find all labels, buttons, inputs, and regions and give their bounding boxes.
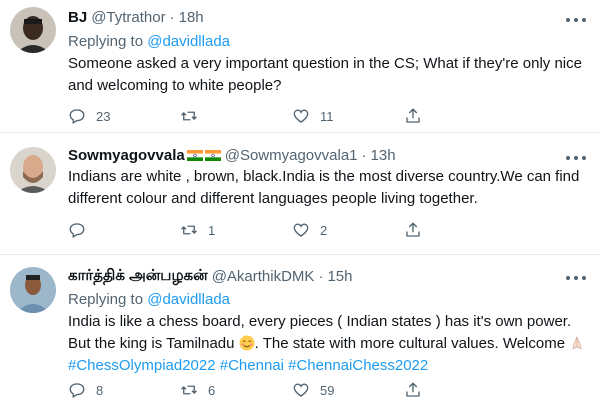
share-button[interactable] <box>404 107 422 125</box>
like-button[interactable]: 11 <box>292 107 334 125</box>
reply-icon <box>68 221 86 239</box>
like-count: 2 <box>320 222 328 238</box>
separator: · <box>361 147 367 164</box>
reply-button[interactable] <box>68 221 96 239</box>
heart-icon <box>292 221 310 239</box>
reply-button[interactable]: 23 <box>68 107 110 125</box>
display-name[interactable]: Sowmyagovvala <box>68 147 185 164</box>
share-icon <box>404 107 422 125</box>
replying-to: Replying to @davidllada <box>68 291 230 308</box>
retweet-count: 1 <box>208 222 216 238</box>
hashtags[interactable]: #ChessOlympiad2022 #Chennai #ChennaiChes… <box>68 357 428 374</box>
timestamp[interactable]: 18h <box>179 9 204 26</box>
share-icon <box>404 381 422 399</box>
retweet-count: 6 <box>208 382 216 398</box>
tweet-text: India is like a chess board, every piece… <box>68 311 588 377</box>
like-count: 59 <box>320 382 335 398</box>
retweet-icon <box>180 107 198 125</box>
tweet-header: Sowmyagovvala @Sowmyagovvala1 · 13h <box>68 147 560 164</box>
avatar[interactable] <box>10 147 56 193</box>
folded-hands-emoji-icon <box>569 335 585 351</box>
username[interactable]: @AkarthikDMK <box>212 268 315 285</box>
like-button[interactable]: 2 <box>292 221 327 239</box>
separator: · <box>169 9 175 26</box>
retweet-button[interactable]: 1 <box>180 221 215 239</box>
more-icon[interactable] <box>566 270 586 286</box>
username[interactable]: @Tytrathor <box>91 9 165 26</box>
reply-icon <box>68 381 86 399</box>
tweet-header: கார்த்திக் அன்பழகன் @AkarthikDMK · 15h <box>68 267 560 286</box>
username[interactable]: @Sowmyagovvala1 <box>225 147 358 164</box>
tweet[interactable]: கார்த்திக் அன்பழகன் @AkarthikDMK · 15h R… <box>0 255 600 403</box>
reply-button[interactable]: 8 <box>68 381 103 399</box>
like-button[interactable]: 59 <box>292 381 334 399</box>
heart-icon <box>292 107 310 125</box>
avatar[interactable] <box>10 267 56 313</box>
india-flag-icon <box>186 150 203 161</box>
timestamp[interactable]: 13h <box>371 147 396 164</box>
replying-to-link[interactable]: @davidllada <box>147 33 230 50</box>
separator: · <box>318 268 324 285</box>
tweet[interactable]: BJ @Tytrathor · 18h Replying to @davidll… <box>0 0 600 133</box>
avatar[interactable] <box>10 7 56 53</box>
share-button[interactable] <box>404 381 422 399</box>
heart-icon <box>292 381 310 399</box>
smiling-face-emoji-icon <box>239 335 255 351</box>
like-count: 11 <box>320 108 334 124</box>
india-flag-icon <box>204 150 221 161</box>
replying-to-label: Replying to <box>68 291 148 308</box>
more-icon[interactable] <box>566 12 586 28</box>
reply-icon <box>68 107 86 125</box>
replying-to-label: Replying to <box>68 33 148 50</box>
timestamp[interactable]: 15h <box>327 268 352 285</box>
retweet-button[interactable] <box>180 107 208 125</box>
tweet-text: Indians are white , brown, black.India i… <box>68 168 580 207</box>
more-icon[interactable] <box>566 150 586 166</box>
tweet-text: Someone asked a very important question … <box>68 55 582 94</box>
replying-to-link[interactable]: @davidllada <box>147 291 230 308</box>
tweet-text-part: . The state with more cultural values. W… <box>254 335 570 352</box>
reply-count: 23 <box>96 108 111 124</box>
reply-count: 8 <box>96 382 104 398</box>
tweet-header: BJ @Tytrathor · 18h <box>68 9 560 26</box>
retweet-button[interactable]: 6 <box>180 381 215 399</box>
retweet-icon <box>180 381 198 399</box>
display-name[interactable]: கார்த்திக் அன்பழகன் <box>68 267 208 286</box>
retweet-icon <box>180 221 198 239</box>
share-button[interactable] <box>404 221 422 239</box>
share-icon <box>404 221 422 239</box>
display-name[interactable]: BJ <box>68 9 87 26</box>
replying-to: Replying to @davidllada <box>68 33 230 50</box>
tweet[interactable]: Sowmyagovvala @Sowmyagovvala1 · 13h Indi… <box>0 133 600 255</box>
